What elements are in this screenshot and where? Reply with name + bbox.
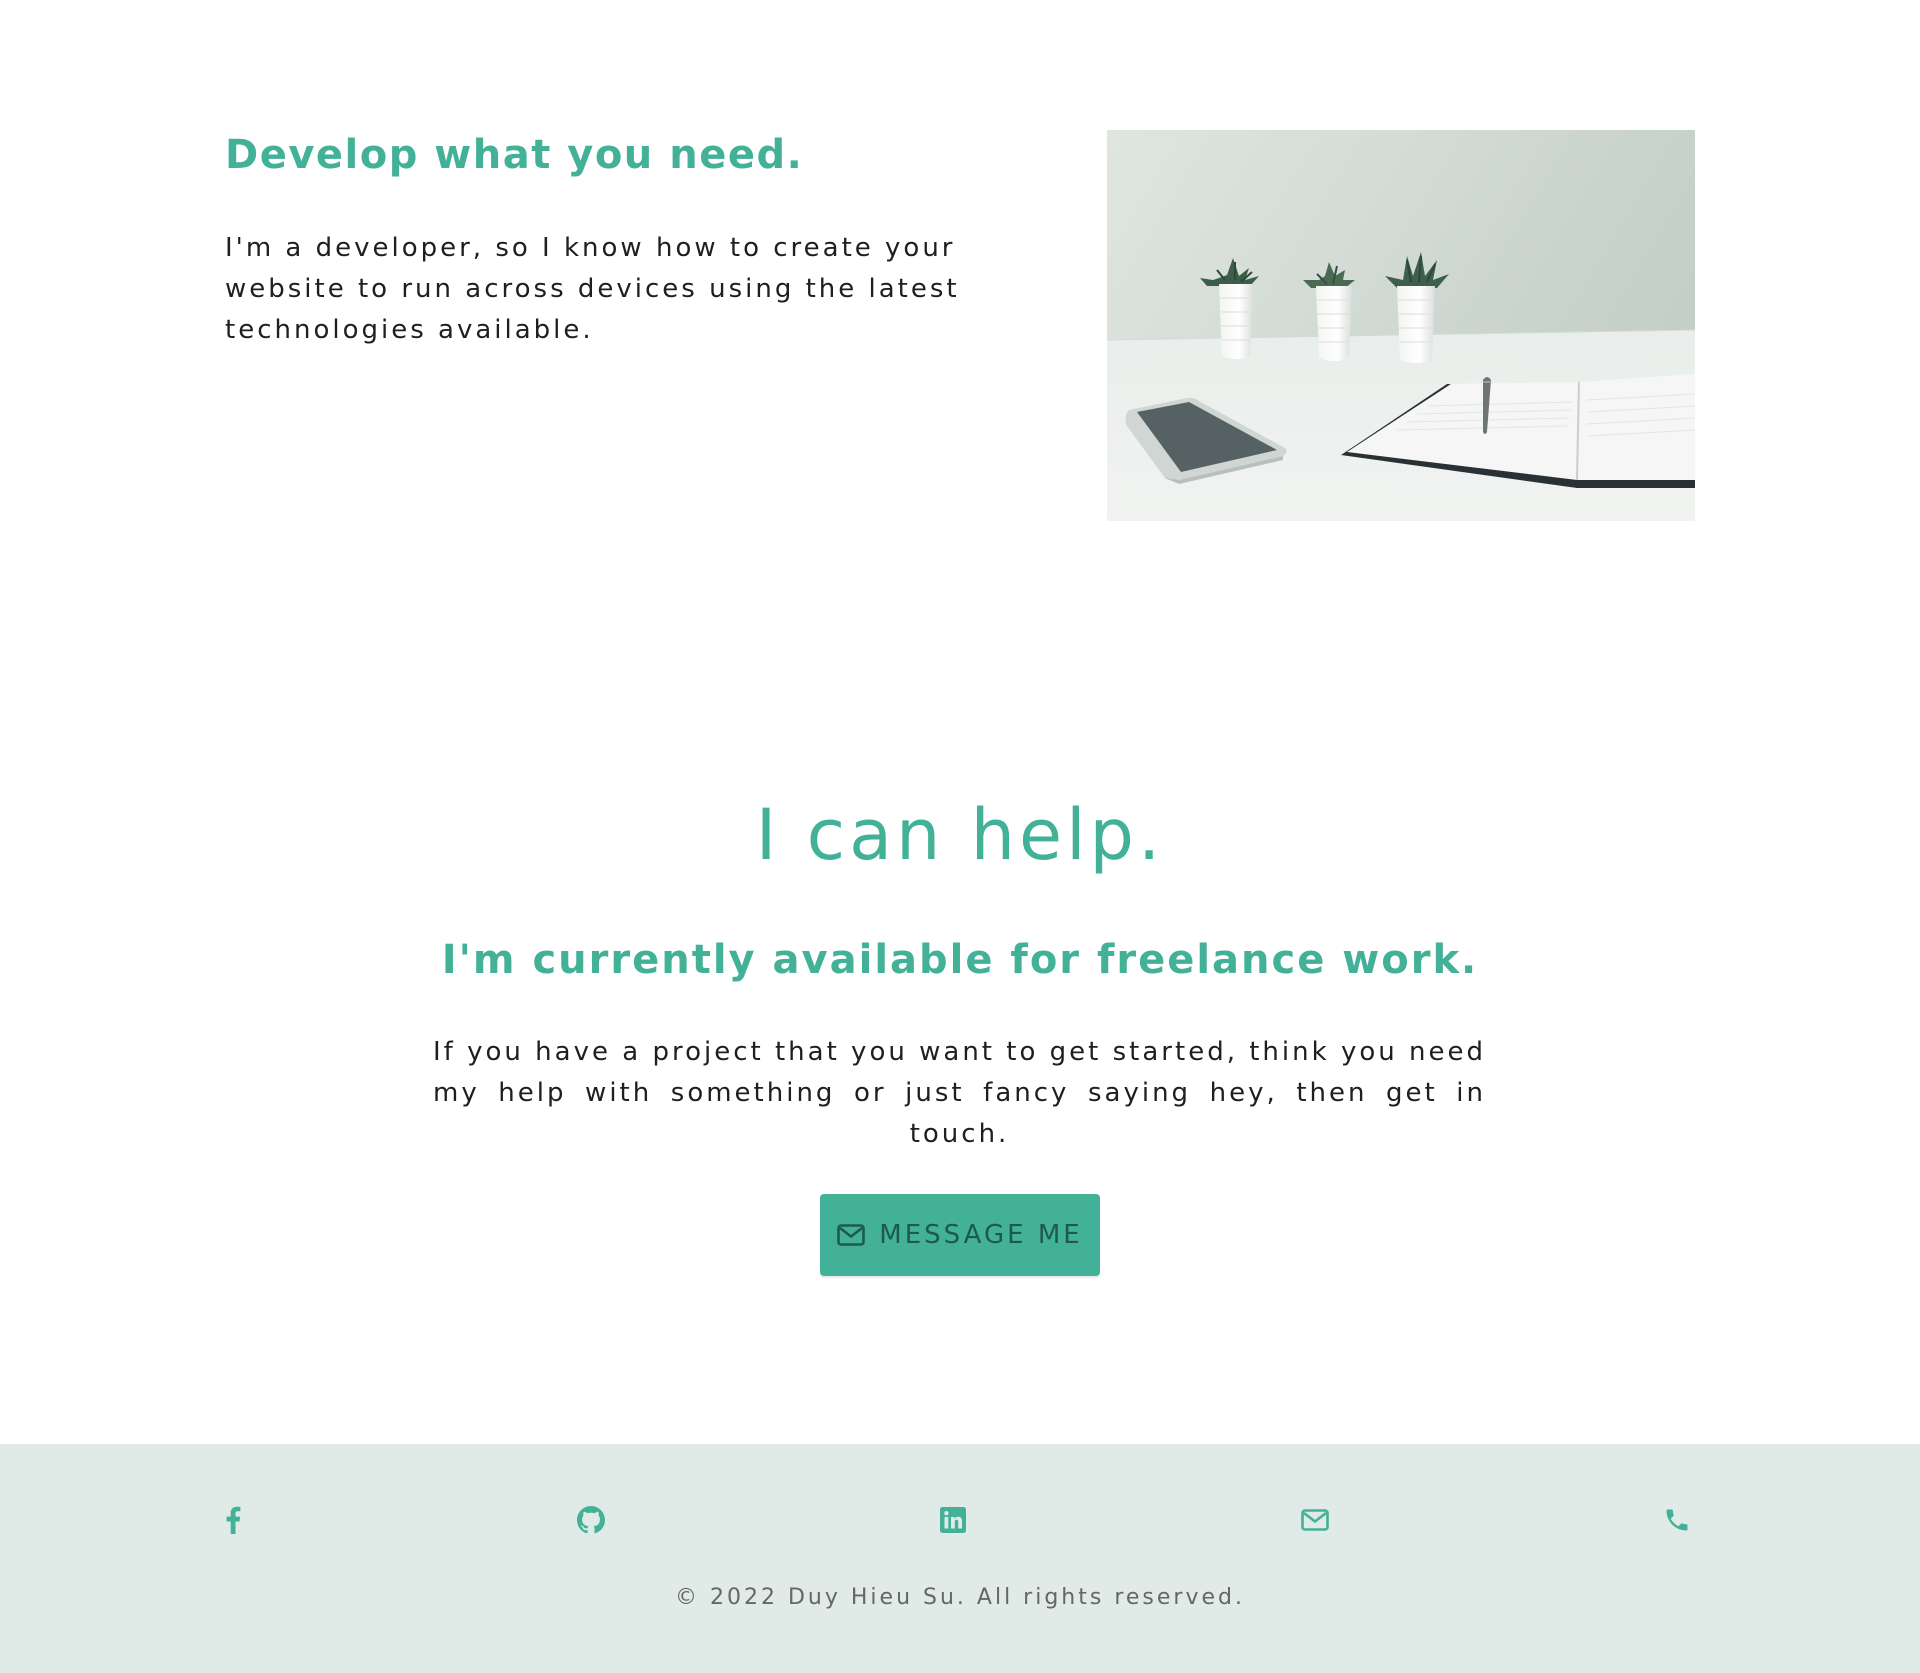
facebook-icon — [226, 1506, 241, 1534]
page: Develop what you need. I'm a developer, … — [0, 0, 1920, 1673]
copyright-text: © 2022 Duy Hieu Su. All rights reserved. — [675, 1585, 1245, 1610]
facebook-link[interactable] — [213, 1500, 253, 1540]
develop-title: Develop what you need. — [225, 132, 804, 178]
develop-section: Develop what you need. I'm a developer, … — [0, 0, 1920, 640]
help-title: I can help. — [755, 794, 1165, 876]
envelope-icon — [1301, 1509, 1329, 1531]
desk-photo — [1107, 130, 1695, 521]
envelope-icon — [837, 1224, 866, 1246]
message-me-button[interactable]: MESSAGE ME — [820, 1194, 1100, 1276]
phone-icon — [1666, 1509, 1688, 1531]
help-subtitle: I'm currently available for freelance wo… — [441, 937, 1479, 983]
message-me-label: MESSAGE ME — [879, 1220, 1083, 1250]
develop-description: I'm a developer, so I know how to create… — [225, 233, 960, 345]
email-link[interactable] — [1295, 1500, 1335, 1540]
linkedin-icon — [940, 1507, 966, 1533]
github-icon — [577, 1506, 605, 1534]
linkedin-link[interactable] — [933, 1500, 973, 1540]
footer: © 2022 Duy Hieu Su. All rights reserved. — [0, 1444, 1920, 1673]
phone-link[interactable] — [1657, 1500, 1697, 1540]
github-link[interactable] — [571, 1500, 611, 1540]
help-description: If you have a project that you want to g… — [433, 1037, 1486, 1149]
